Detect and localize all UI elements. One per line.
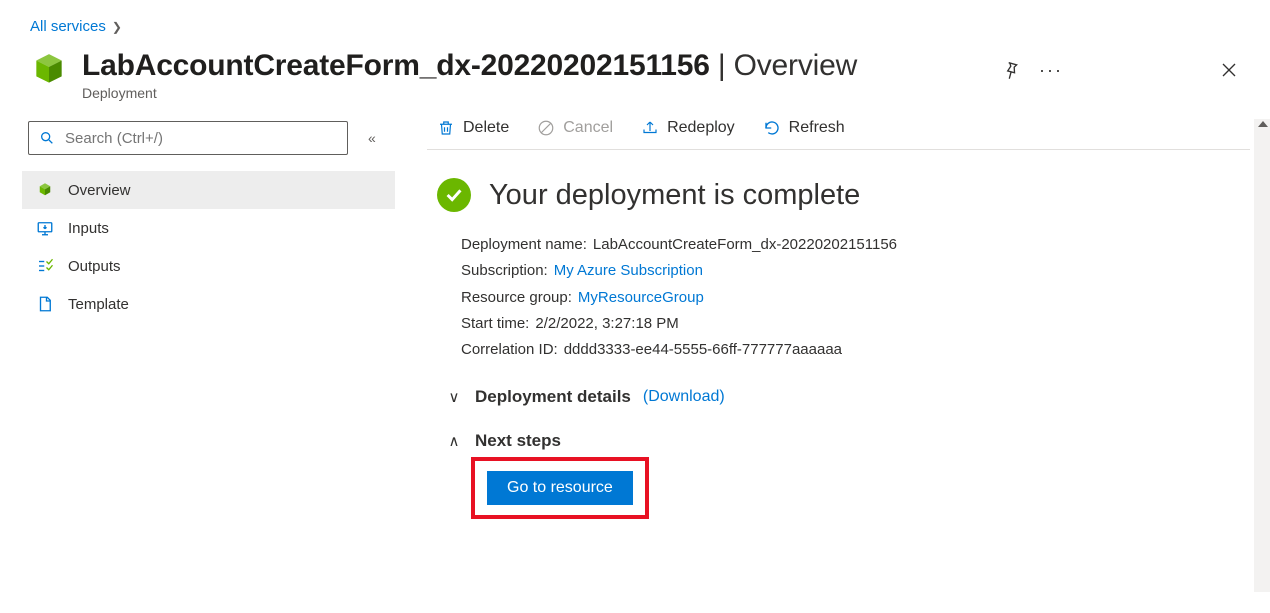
sidebar-nav: Overview Inputs Outputs Template [22,167,395,323]
tool-label: Cancel [563,119,613,137]
section-deployment-details[interactable]: ∨ Deployment details (Download) [427,363,1250,407]
cancel-icon [537,119,555,137]
subscription-link[interactable]: My Azure Subscription [554,258,703,284]
redeploy-icon [641,119,659,137]
section-title: Deployment details [475,387,631,407]
resource-group-link[interactable]: MyResourceGroup [578,285,704,311]
deployment-details-block: Deployment name: LabAccountCreateForm_dx… [427,218,1250,363]
outputs-icon [36,257,54,275]
detail-label: Deployment name: [461,232,587,258]
section-next-steps[interactable]: ∧ Next steps [427,407,1250,451]
title-divider: | [710,49,734,82]
highlight-box: Go to resource [471,457,649,519]
status-headline: Your deployment is complete [489,179,860,212]
page-subtitle: Deployment [82,85,857,101]
detail-label: Subscription: [461,258,548,284]
toolbar: Delete Cancel Redeploy Refresh [427,119,1250,150]
delete-button[interactable]: Delete [437,119,509,137]
sidebar-item-template[interactable]: Template [22,285,395,323]
page-title: LabAccountCreateForm_dx-20220202151156 |… [82,49,857,83]
redeploy-button[interactable]: Redeploy [641,119,735,137]
sidebar-item-inputs[interactable]: Inputs [22,209,395,247]
trash-icon [437,119,455,137]
search-input[interactable] [65,130,337,147]
success-check-icon [437,178,471,212]
sidebar: « Overview Inputs Outputs [0,119,395,592]
breadcrumb: All services ❯ [0,0,1270,45]
cube-icon [36,181,54,199]
template-icon [36,295,54,313]
search-icon [39,130,55,146]
refresh-icon [763,119,781,137]
more-button[interactable]: ··· [1040,59,1062,81]
close-button[interactable] [1218,59,1240,81]
chevron-right-icon: ❯ [112,20,122,34]
go-to-resource-button[interactable]: Go to resource [487,471,633,505]
tool-label: Redeploy [667,119,735,137]
status-row: Your deployment is complete [427,150,1250,218]
tool-label: Refresh [789,119,845,137]
sidebar-label: Outputs [68,258,121,275]
download-link[interactable]: (Download) [643,388,725,406]
search-box[interactable] [28,121,348,155]
sidebar-label: Overview [68,182,131,199]
chevron-up-icon: ∧ [445,432,463,450]
sidebar-item-outputs[interactable]: Outputs [22,247,395,285]
sidebar-label: Template [68,296,129,313]
detail-label: Correlation ID: [461,337,558,363]
inputs-icon [36,219,54,237]
breadcrumb-all-services[interactable]: All services [30,18,106,35]
deployment-cube-icon [30,51,68,89]
sidebar-label: Inputs [68,220,109,237]
detail-value: 2/2/2022, 3:27:18 PM [535,311,678,337]
cancel-button: Cancel [537,119,613,137]
collapse-sidebar-button[interactable]: « [368,130,376,146]
vertical-scrollbar[interactable] [1254,119,1270,592]
detail-value: dddd3333-ee44-5555-66ff-777777aaaaaa [564,337,842,363]
detail-label: Start time: [461,311,529,337]
main-panel: Delete Cancel Redeploy Refresh Your depl… [395,119,1270,592]
page-header: LabAccountCreateForm_dx-20220202151156 |… [0,45,1270,119]
title-name: LabAccountCreateForm_dx-20220202151156 [82,49,710,82]
tool-label: Delete [463,119,509,137]
refresh-button[interactable]: Refresh [763,119,845,137]
chevron-down-icon: ∨ [445,388,463,406]
sidebar-item-overview[interactable]: Overview [22,171,395,209]
detail-label: Resource group: [461,285,572,311]
pin-button[interactable] [1000,59,1022,81]
detail-value: LabAccountCreateForm_dx-20220202151156 [593,232,897,258]
title-section: Overview [734,49,857,82]
section-title: Next steps [475,431,561,451]
